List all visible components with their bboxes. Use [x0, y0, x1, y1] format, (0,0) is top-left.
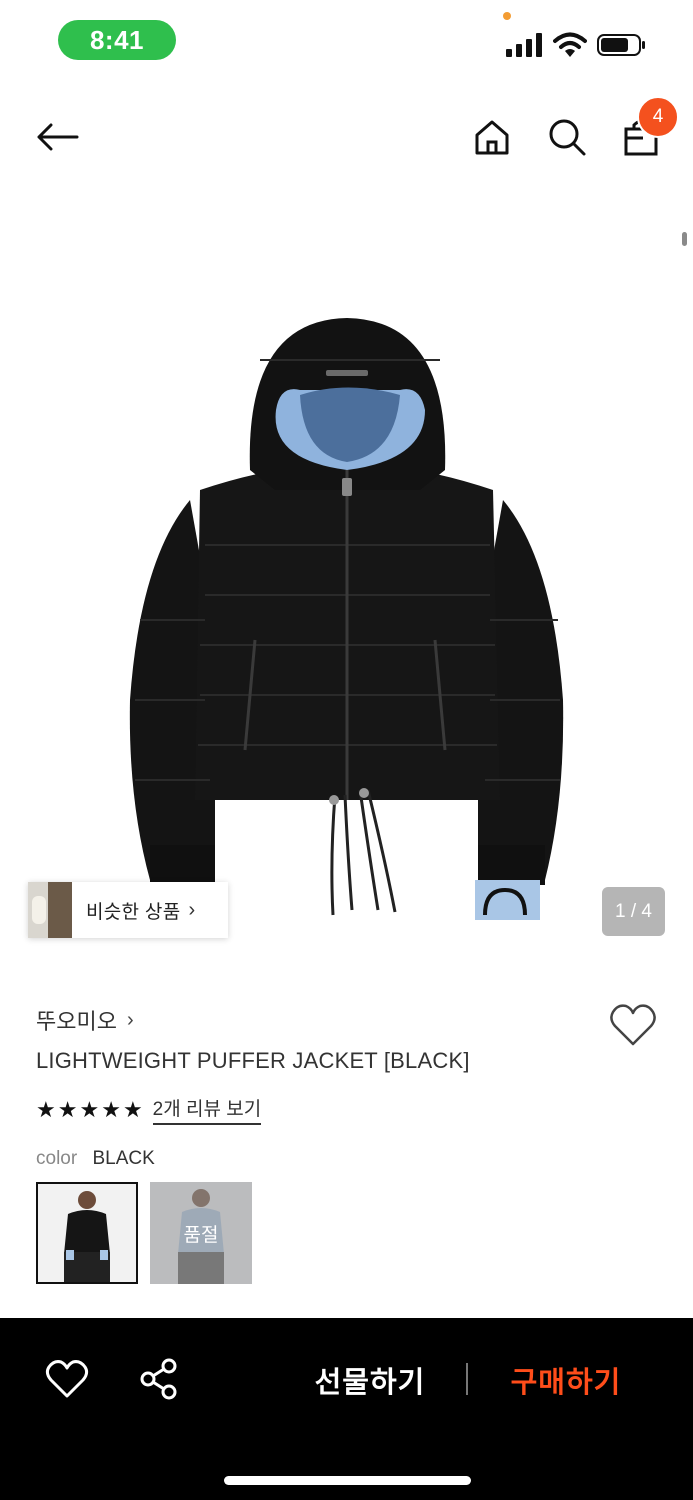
wifi-icon	[553, 32, 587, 57]
image-page-counter: 1 / 4	[602, 887, 665, 936]
battery-icon	[597, 34, 645, 56]
color-value: BLACK	[92, 1148, 155, 1169]
swatch-sold-out[interactable]: 품절	[150, 1182, 252, 1284]
chevron-right-icon: ›	[126, 1008, 134, 1031]
buy-button[interactable]: 구매하기	[496, 1358, 636, 1402]
rating-stars: ★ ★ ★ ★ ★	[36, 1096, 143, 1122]
review-link[interactable]: 2개 리뷰 보기	[152, 1094, 262, 1125]
divider	[466, 1363, 468, 1395]
similar-product-thumbnail	[28, 882, 72, 938]
search-button[interactable]	[542, 112, 592, 162]
star-icon: ★	[36, 1096, 56, 1122]
top-nav	[0, 95, 693, 180]
cart-count-badge: 4	[637, 96, 679, 138]
brand-link[interactable]: 뚜오미오 ›	[36, 1004, 134, 1036]
heart-icon[interactable]	[608, 1002, 658, 1048]
chevron-right-icon: ›	[188, 898, 196, 921]
star-icon: ★	[79, 1096, 100, 1122]
color-label: color	[36, 1148, 78, 1169]
back-button[interactable]	[32, 112, 82, 162]
home-indicator[interactable]	[224, 1476, 471, 1485]
rating-row: ★ ★ ★ ★ ★ 2개 리뷰 보기	[36, 1094, 262, 1125]
back-arrow-icon	[37, 123, 79, 151]
home-button[interactable]	[467, 112, 517, 162]
similar-products-button[interactable]: 비슷한 상품 ›	[28, 882, 228, 938]
swatch-model-photo	[38, 1184, 136, 1282]
color-row: color BLACK	[36, 1148, 155, 1170]
similar-products-label: 비슷한 상품	[86, 901, 181, 923]
search-icon	[549, 119, 586, 156]
status-bar: 8:41	[0, 0, 693, 80]
product-title: LIGHTWEIGHT PUFFER JACKET [BLACK]	[36, 1048, 470, 1073]
signal-icon	[506, 33, 542, 57]
color-swatches: 품절	[36, 1182, 252, 1284]
brand-name: 뚜오미오	[36, 1009, 117, 1034]
time-display: 8:41	[58, 20, 176, 60]
star-icon: ★	[122, 1096, 143, 1122]
privacy-dot	[503, 12, 511, 20]
swatch-black[interactable]	[36, 1182, 138, 1284]
share-icon[interactable]	[138, 1358, 180, 1400]
star-icon: ★	[57, 1096, 78, 1122]
heart-icon[interactable]	[44, 1358, 90, 1400]
bottom-action-bar: 선물하기 구매하기	[0, 1318, 693, 1500]
product-photo[interactable]	[0, 190, 693, 970]
sold-out-overlay: 품절	[150, 1182, 252, 1284]
home-icon	[475, 120, 509, 155]
star-icon: ★	[101, 1096, 121, 1122]
gift-button[interactable]: 선물하기	[300, 1358, 440, 1402]
